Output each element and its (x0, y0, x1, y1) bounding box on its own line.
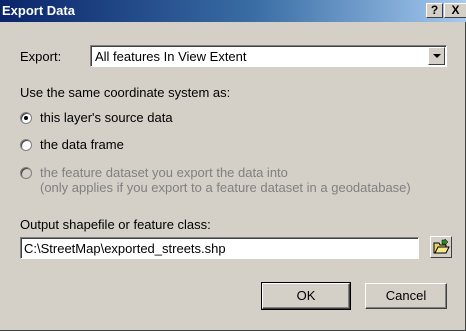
radio-data-frame[interactable] (20, 139, 32, 151)
window-title: Export Data (2, 3, 75, 18)
help-button[interactable]: ? (426, 3, 443, 18)
export-label: Export: (20, 49, 62, 64)
open-folder-icon (433, 238, 450, 254)
output-path-input[interactable]: C:\StreetMap\exported_streets.shp (20, 237, 419, 259)
browse-button[interactable] (430, 236, 452, 258)
title-bar[interactable]: Export Data ? X (0, 0, 466, 22)
radio-source-data-label[interactable]: this layer's source data (40, 110, 173, 125)
cancel-button[interactable]: Cancel (365, 283, 447, 309)
radio-feature-dataset-label: the feature dataset you export the data … (40, 165, 288, 180)
ok-button[interactable]: OK (261, 282, 351, 310)
dropdown-arrow-icon[interactable] (428, 47, 445, 65)
radio-feature-dataset (20, 167, 32, 179)
output-label: Output shapefile or feature class: (20, 217, 211, 232)
output-path-value: C:\StreetMap\exported_streets.shp (24, 241, 226, 256)
close-button[interactable]: X (444, 3, 466, 18)
radio-feature-dataset-note: (only applies if you export to a feature… (40, 180, 411, 195)
close-icon: X (451, 3, 460, 17)
export-data-dialog: Export Data ? X Export: All features In … (0, 0, 466, 331)
radio-data-frame-label[interactable]: the data frame (40, 137, 124, 152)
coordinate-heading: Use the same coordinate system as: (20, 85, 231, 100)
export-selected-value: All features In View Extent (95, 49, 247, 64)
export-dropdown[interactable]: All features In View Extent (90, 45, 447, 67)
help-icon: ? (430, 3, 439, 17)
radio-source-data[interactable] (20, 112, 32, 124)
